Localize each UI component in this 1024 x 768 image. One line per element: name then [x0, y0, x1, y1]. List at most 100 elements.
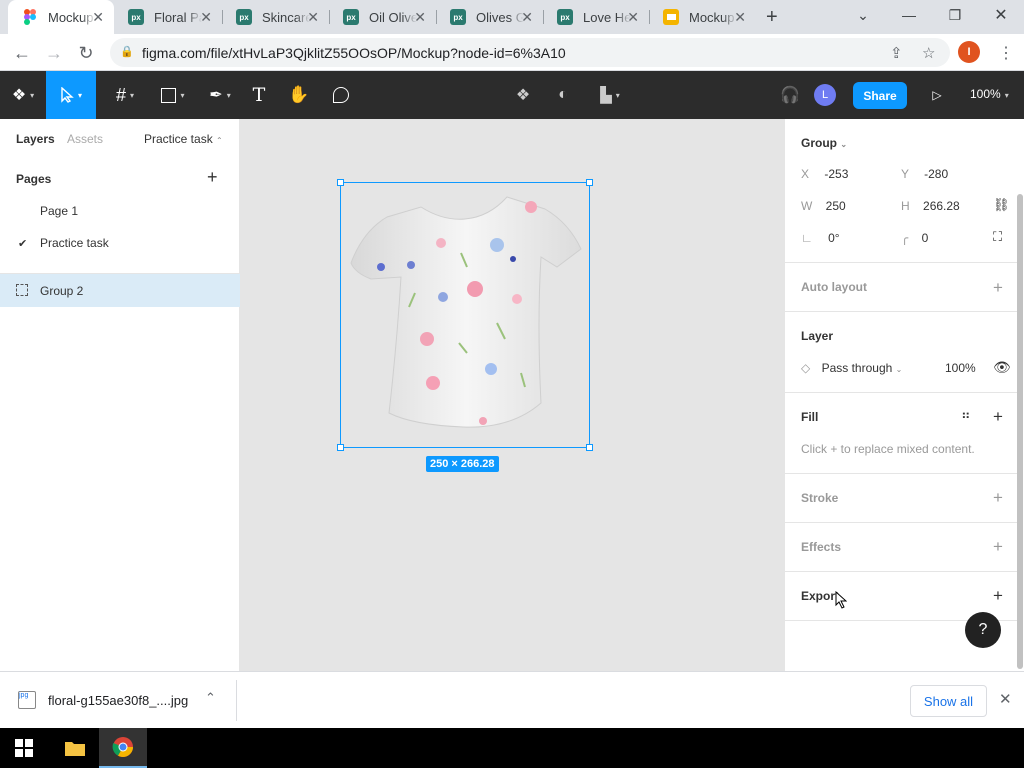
help-button[interactable]: ? — [965, 612, 1001, 648]
close-tab-icon[interactable]: ✕ — [92, 9, 104, 25]
selected-group[interactable] — [337, 179, 593, 451]
components-button[interactable]: ❖ — [508, 71, 538, 119]
chrome-taskbar-button[interactable] — [99, 728, 147, 768]
add-fill-icon[interactable]: + — [993, 408, 1003, 425]
browser-tab-oil-olive[interactable]: px Oil Olive ✕ — [329, 0, 436, 34]
px-icon: px — [450, 9, 466, 25]
y-field[interactable]: Y -280 — [901, 167, 948, 181]
boolean-button[interactable]: ▙ ▾ — [590, 71, 630, 119]
close-tab-icon[interactable]: ✕ — [734, 9, 746, 25]
hand-tool-button[interactable]: ✋ — [284, 71, 314, 119]
restore-icon[interactable]: ❐ — [932, 0, 978, 30]
frame-tool-button[interactable]: # ▾ — [104, 71, 146, 119]
share-button[interactable]: Share — [853, 82, 907, 109]
eye-icon[interactable]: 👁 — [993, 359, 1011, 376]
tab-search-icon[interactable]: ⌄ — [840, 0, 886, 30]
add-export-icon[interactable]: + — [993, 587, 1003, 604]
show-all-button[interactable]: Show all — [910, 685, 987, 717]
rotation-value: 0° — [828, 231, 840, 245]
add-page-icon[interactable]: + — [207, 167, 218, 188]
text-tool-button[interactable]: T — [244, 71, 274, 119]
resize-handle-top-right[interactable] — [586, 179, 593, 186]
pen-tool-button[interactable]: ✒ ▾ — [198, 71, 242, 119]
add-effect-icon[interactable]: + — [993, 538, 1003, 555]
blend-mode-dropdown[interactable]: ◇ Pass through ⌄ — [801, 361, 902, 375]
dimensions-badge: 250 × 266.28 — [426, 456, 499, 472]
close-tab-icon[interactable]: ✕ — [307, 9, 319, 25]
share-page-icon[interactable]: ⇪ — [890, 44, 903, 62]
file-explorer-button[interactable] — [51, 728, 99, 768]
close-tab-icon[interactable]: ✕ — [627, 9, 639, 25]
opacity-field[interactable]: 100% — [945, 361, 976, 375]
browser-tab-olives[interactable]: px Olives G ✕ — [436, 0, 543, 34]
height-field[interactable]: H 266.28 — [901, 199, 960, 213]
url-bar[interactable]: 🔒 figma.com/file/xtHvLaP3QjklitZ55OOsOP/… — [110, 38, 950, 67]
more-menu-icon[interactable]: ⋮ — [993, 40, 1019, 66]
scrollbar[interactable] — [1017, 194, 1023, 669]
browser-tab-skincare[interactable]: px Skincare ✕ — [222, 0, 329, 34]
start-button[interactable] — [0, 728, 48, 768]
close-tab-icon[interactable]: ✕ — [521, 9, 533, 25]
constrain-proportions-icon[interactable]: ⛓ — [993, 197, 1010, 213]
page-item-practice-task[interactable]: ✔ Practice task — [0, 227, 239, 259]
close-tab-icon[interactable]: ✕ — [414, 9, 426, 25]
forward-icon[interactable]: → — [41, 40, 67, 66]
browser-tab-mockup-slides[interactable]: Mockup ✕ — [649, 0, 756, 34]
mask-button[interactable]: ◐ — [548, 71, 578, 119]
tab-title: Mockup — [48, 9, 94, 25]
rotation-field[interactable]: ∟ 0° — [801, 231, 840, 245]
tab-divider — [436, 10, 437, 24]
w-label: W — [801, 199, 813, 213]
browser-tab-floral[interactable]: px Floral Pa ✕ — [114, 0, 222, 34]
tab-divider — [543, 10, 544, 24]
expand-corners-icon[interactable]: ⛶ — [993, 229, 1002, 245]
tab-title: Skincare — [262, 9, 310, 25]
resize-handle-bottom-right[interactable] — [586, 444, 593, 451]
shape-tool-button[interactable]: ▾ — [150, 71, 196, 119]
add-auto-layout-icon[interactable]: + — [993, 279, 1003, 296]
zoom-dropdown[interactable]: 100% ▾ — [970, 87, 1009, 101]
blend-mode-icon: ◇ — [801, 361, 811, 375]
chevron-up-icon[interactable]: ⌃ — [205, 690, 216, 706]
profile-avatar[interactable]: I — [958, 41, 980, 63]
width-field[interactable]: W 250 — [801, 199, 846, 213]
resize-handle-bottom-left[interactable] — [337, 444, 344, 451]
layer-item-group-2[interactable]: Group 2 — [0, 274, 240, 307]
page-item-page-1[interactable]: Page 1 — [0, 195, 239, 227]
add-stroke-icon[interactable]: + — [993, 489, 1003, 506]
tab-assets[interactable]: Assets — [67, 132, 103, 146]
close-download-bar-icon[interactable]: ✕ — [999, 690, 1012, 708]
address-bar-row: ← → ↻ 🔒 figma.com/file/xtHvLaP3QjklitZ55… — [0, 34, 1024, 71]
browser-tab-mockup[interactable]: Mockup ✕ — [8, 0, 114, 34]
minimize-icon[interactable]: — — [886, 0, 932, 30]
audio-button[interactable]: 🎧 — [776, 71, 804, 119]
downloaded-file[interactable]: floral-g155ae30f8_....jpg — [48, 693, 188, 708]
new-tab-button[interactable]: + — [766, 6, 778, 29]
x-field[interactable]: X -253 — [801, 167, 848, 181]
styles-grid-icon[interactable]: ⠶ — [961, 407, 971, 423]
comment-tool-button[interactable] — [326, 71, 356, 119]
close-window-icon[interactable]: ✕ — [978, 0, 1024, 30]
present-button[interactable]: ▷ — [924, 71, 950, 119]
px-icon: px — [236, 9, 252, 25]
move-tool-button[interactable]: ▾ — [46, 71, 96, 119]
chevron-down-icon: ⌄ — [840, 140, 848, 149]
px-icon: px — [343, 9, 359, 25]
main-menu-button[interactable]: ❖ ▾ — [0, 71, 46, 119]
bookmark-star-icon[interactable]: ☆ — [922, 44, 935, 62]
back-icon[interactable]: ← — [9, 40, 35, 66]
page-dropdown[interactable]: Practice task ⌃ — [144, 132, 223, 146]
resize-handle-top-left[interactable] — [337, 179, 344, 186]
reload-icon[interactable]: ↻ — [73, 40, 99, 66]
corner-radius-field[interactable]: ╭ 0 — [901, 231, 928, 245]
blend-mode-value: Pass through — [821, 361, 893, 375]
fill-heading: Fill — [801, 410, 819, 424]
user-avatar[interactable]: L — [814, 84, 836, 106]
tab-layers[interactable]: Layers — [16, 132, 55, 146]
x-label: X — [801, 167, 810, 181]
canvas[interactable]: 250 × 266.28 — [240, 119, 784, 671]
browser-tab-love[interactable]: px Love He ✕ — [543, 0, 649, 34]
group-type-dropdown[interactable]: Group ⌄ — [801, 136, 847, 150]
boolean-union-icon: ▙ — [600, 87, 612, 104]
close-tab-icon[interactable]: ✕ — [200, 9, 212, 25]
